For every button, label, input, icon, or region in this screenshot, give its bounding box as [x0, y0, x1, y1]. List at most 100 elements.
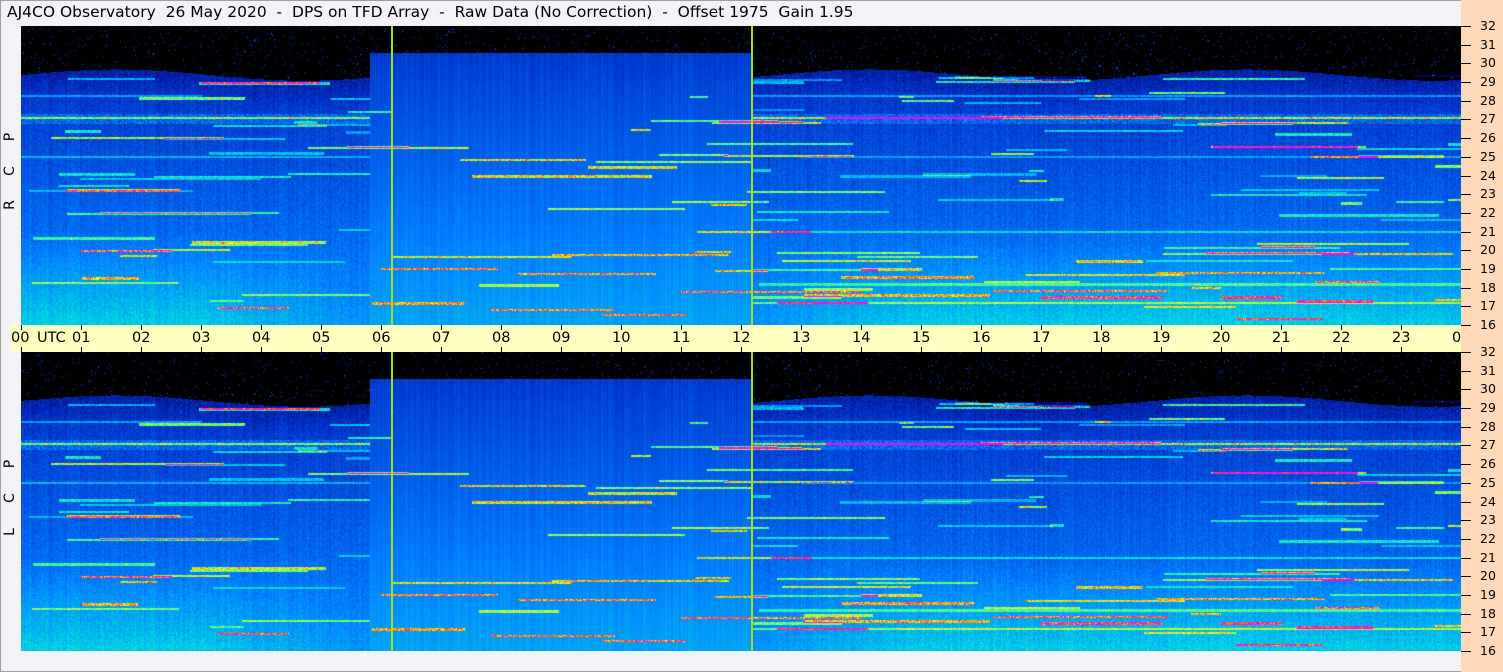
freq-tick [1461, 502, 1471, 503]
time-tick-label: 21 [1272, 330, 1291, 346]
time-tick [1161, 347, 1162, 352]
time-tick-label: 10 [612, 330, 631, 346]
freq-tick-label: 26 [1480, 456, 1496, 471]
freq-tick [1461, 232, 1471, 233]
freq-tick [1461, 614, 1471, 615]
freq-tick-label: 25 [1480, 149, 1496, 164]
time-tick [201, 347, 202, 352]
freq-tick-label: 28 [1480, 93, 1496, 108]
time-tick-label: 04 [252, 330, 271, 346]
freq-tick [1461, 213, 1471, 214]
freq-tick [1461, 194, 1471, 195]
time-marker-line [391, 26, 393, 325]
freq-tick [1461, 119, 1471, 120]
freq-tick-label: 21 [1480, 550, 1496, 565]
freq-tick [1461, 101, 1471, 102]
freq-tick-label: 28 [1480, 419, 1496, 434]
freq-tick [1461, 445, 1471, 446]
time-tick [1401, 347, 1402, 352]
freq-tick [1461, 651, 1471, 652]
freq-tick-label: 20 [1480, 242, 1496, 257]
freq-tick-label: 22 [1480, 531, 1496, 546]
freq-tick [1461, 176, 1471, 177]
freq-tick [1461, 632, 1471, 633]
time-tick [141, 347, 142, 352]
time-tick-label: 20 [1212, 330, 1231, 346]
time-tick-label: 02 [132, 330, 151, 346]
time-tick-label: 19 [1152, 330, 1171, 346]
time-tick [261, 347, 262, 352]
freq-tick [1461, 483, 1471, 484]
time-tick-label: 01 [72, 330, 91, 346]
freq-tick-label: 27 [1480, 111, 1496, 126]
polarization-label-bottom: P C L [2, 447, 18, 549]
time-tick-label: 08 [492, 330, 511, 346]
freq-tick-label: 24 [1480, 494, 1496, 509]
time-tick [741, 347, 742, 352]
time-tick [681, 347, 682, 352]
time-tick-label: 13 [792, 330, 811, 346]
freq-tick [1461, 427, 1471, 428]
freq-tick [1461, 464, 1471, 465]
freq-tick [1461, 63, 1471, 64]
time-unit-label: UTC [37, 330, 66, 346]
time-tick [381, 347, 382, 352]
freq-tick [1461, 269, 1471, 270]
time-tick [1041, 347, 1042, 352]
freq-tick [1461, 576, 1471, 577]
polarization-label-top: P C R [2, 120, 18, 222]
freq-tick-label: 32 [1480, 344, 1496, 359]
freq-tick-label: 17 [1480, 298, 1496, 313]
time-tick-label: 07 [432, 330, 451, 346]
freq-tick [1461, 389, 1471, 390]
time-tick-label: 00 [11, 330, 30, 346]
freq-tick [1461, 371, 1471, 372]
time-tick-label: 15 [912, 330, 931, 346]
spectrogram-rcp [21, 26, 1461, 325]
time-tick [981, 347, 982, 352]
spectrogram-canvas-rcp [21, 26, 1461, 325]
time-tick-label: 05 [312, 330, 331, 346]
time-tick-label: 18 [1092, 330, 1111, 346]
freq-tick-label: 16 [1480, 317, 1496, 332]
time-tick-label: 16 [972, 330, 991, 346]
time-tick [81, 347, 82, 352]
freq-tick-label: 18 [1480, 606, 1496, 621]
time-tick-label: 06 [372, 330, 391, 346]
time-tick [561, 347, 562, 352]
time-tick [921, 347, 922, 352]
chart-title: AJ4CO Observatory 26 May 2020 - DPS on T… [7, 3, 854, 21]
spectrogram-lcp [21, 352, 1461, 651]
time-tick-label: 23 [1392, 330, 1411, 346]
freq-tick-label: 17 [1480, 624, 1496, 639]
time-axis: 00 UTC 01 02 03 04 05 06 07 08 09 10 11 12 13 14 15 16 17 1… [11, 325, 1501, 352]
freq-tick [1461, 138, 1471, 139]
freq-tick-label: 23 [1480, 186, 1496, 201]
freq-tick-label: 27 [1480, 437, 1496, 452]
freq-tick-label: 20 [1480, 568, 1496, 583]
time-tick [441, 347, 442, 352]
freq-tick-label: 16 [1480, 643, 1496, 658]
time-tick [1281, 347, 1282, 352]
freq-tick [1461, 408, 1471, 409]
time-tick [1101, 347, 1102, 352]
time-marker-line [391, 352, 393, 651]
freq-tick-label: 31 [1480, 363, 1496, 378]
freq-tick-label: 29 [1480, 74, 1496, 89]
time-tick [621, 347, 622, 352]
time-tick-label: 22 [1332, 330, 1351, 346]
freq-tick-label: 18 [1480, 280, 1496, 295]
freq-tick-label: 30 [1480, 55, 1496, 70]
freq-tick-label: 23 [1480, 512, 1496, 527]
time-tick [1341, 347, 1342, 352]
freq-tick-label: 32 [1480, 18, 1496, 33]
freq-tick [1461, 288, 1471, 289]
freq-tick-label: 30 [1480, 381, 1496, 396]
freq-tick [1461, 352, 1471, 353]
time-tick [501, 347, 502, 352]
freq-tick-label: 19 [1480, 261, 1496, 276]
time-tick [801, 347, 802, 352]
freq-tick-label: 29 [1480, 400, 1496, 415]
time-tick [321, 347, 322, 352]
freq-tick [1461, 539, 1471, 540]
